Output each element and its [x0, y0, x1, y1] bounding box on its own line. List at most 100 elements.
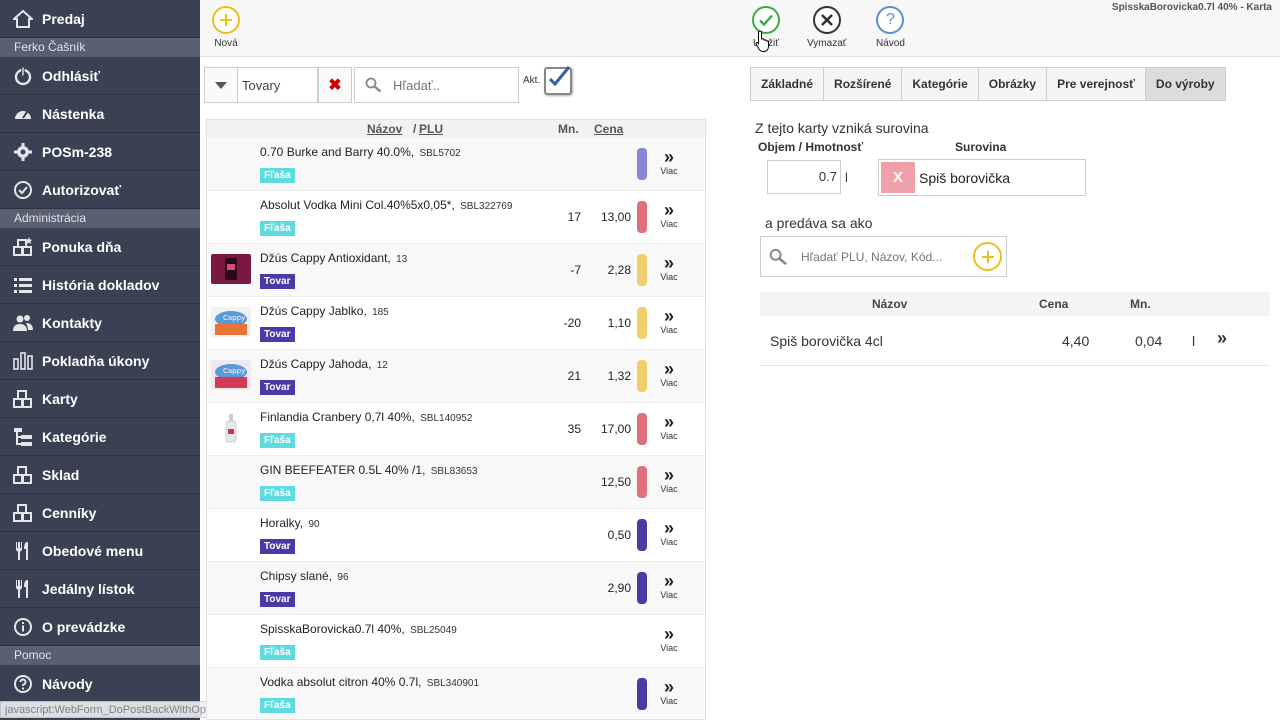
more-button[interactable]: » Viac — [657, 572, 681, 600]
tab-bar: Základné Rozšírené Kategórie Obrázky Pre ver… — [750, 67, 1226, 101]
gear-icon — [12, 141, 34, 163]
list-item[interactable]: GIN BEEFEATER 0.5L 40% /1, SBL83653 Fľaša… — [207, 456, 705, 509]
help-button[interactable]: ? Návod — [876, 6, 905, 49]
more-button[interactable]: » Viac — [657, 201, 681, 229]
cutlery-icon — [12, 540, 34, 562]
sort-price-link[interactable]: Cena — [594, 122, 623, 136]
list-item[interactable]: Absolut Vodka Mini Col.40%5x0,05*, SBL32… — [207, 191, 705, 244]
sidebar-item[interactable]: Karty — [0, 380, 200, 418]
sidebar-item[interactable]: Kontakty — [0, 304, 200, 342]
more-button[interactable]: » Viac — [657, 307, 681, 335]
volume-input[interactable]: 0.7 — [767, 160, 841, 194]
product-price: 2,90 — [607, 581, 631, 595]
sale-search-box[interactable] — [760, 236, 1007, 277]
product-thumbnail — [211, 413, 251, 443]
tab[interactable]: Kategórie — [901, 67, 979, 101]
list-item[interactable]: 0.70 Burke and Barry 40.0%, SBL5702 Fľaša… — [207, 138, 705, 191]
sidebar-item[interactable]: Pokladňa úkony — [0, 342, 200, 380]
product-plu: 90 — [308, 519, 320, 530]
list-item[interactable]: Cappy Džús Cappy Jablko, 185 Tovar -20 1,10 »… — [207, 297, 705, 350]
tab[interactable]: Do výroby — [1144, 67, 1226, 101]
sidebar-item-label: Sklad — [42, 466, 80, 483]
list-item[interactable]: SpisskaBorovicka0.7l 40%, SBL25049 Fľaša »… — [207, 615, 705, 668]
remove-ingredient-button[interactable]: X — [881, 162, 915, 193]
list-item[interactable]: Cappy Džús Cappy Jahoda, 12 Tovar 21 1,32 » Vi… — [207, 350, 705, 403]
power-icon — [12, 65, 34, 87]
sidebar-item[interactable]: História dokladov — [0, 266, 200, 304]
sidebar-item[interactable]: Predaj — [0, 0, 200, 38]
clear-button[interactable]: Vymazať — [807, 6, 847, 49]
list-item[interactable]: Džús Cappy Antioxidant, 13 Tovar -7 2,28 » Vi… — [207, 244, 705, 297]
sidebar-item[interactable]: O prevádzke — [0, 608, 200, 646]
list-item[interactable]: Chipsy slané, 96 Tovar 2,90 » Viac — [207, 562, 705, 615]
list-item[interactable]: Vodka absolut citron 40% 0.7l, SBL340901… — [207, 668, 705, 719]
type-badge: Fľaša — [260, 168, 295, 183]
more-label: Viac — [660, 166, 678, 176]
sale-price-header: Cena — [1039, 297, 1069, 311]
more-button[interactable]: » Viac — [657, 466, 681, 494]
more-button[interactable]: » Viac — [657, 413, 681, 441]
sidebar-item[interactable]: Nástenka — [0, 95, 200, 133]
product-quantity: -20 — [563, 316, 581, 330]
sale-item-unit: l — [1192, 333, 1196, 349]
more-button[interactable]: » Viac — [657, 519, 681, 547]
tab[interactable]: Pre verejnosť — [1046, 67, 1146, 101]
type-dropdown-value[interactable]: Tovary — [238, 67, 318, 103]
new-button[interactable]: Nová — [212, 6, 240, 49]
sidebar-item[interactable]: Ponuka dňa — [0, 228, 200, 266]
tab[interactable]: Obrázky — [977, 67, 1048, 101]
more-button[interactable]: » Viac — [657, 625, 681, 653]
product-thumbnail: Cappy — [211, 307, 251, 337]
product-plu: 185 — [372, 307, 389, 318]
chevron-double-right-icon[interactable]: » — [1217, 328, 1227, 349]
sidebar-item[interactable]: Odhlásiť — [0, 57, 200, 95]
sidebar-item[interactable]: Sklad — [0, 456, 200, 494]
sidebar-item[interactable]: Cenníky — [0, 494, 200, 532]
product-name: Džús Cappy Jablko, 185 — [260, 304, 389, 318]
active-checkbox[interactable] — [544, 66, 572, 95]
product-name: SpisskaBorovicka0.7l 40%, SBL25049 — [260, 622, 457, 636]
sidebar-item-label: História dokladov — [42, 276, 160, 293]
sidebar-item[interactable]: POSm-238 — [0, 133, 200, 171]
check-circle-icon — [12, 179, 34, 201]
sort-name-link[interactable]: Názov — [367, 122, 402, 136]
sidebar-item[interactable]: Kategórie — [0, 418, 200, 456]
tab[interactable]: Rozšírené — [823, 67, 903, 101]
search-input[interactable] — [393, 77, 503, 93]
sale-table-row[interactable]: Spiš borovička 4cl 4,40 0,04 l » — [760, 316, 1270, 366]
tab[interactable]: Základné — [750, 67, 825, 101]
volume-header: Objem / Hmotnosť — [758, 140, 864, 154]
more-button[interactable]: » Viac — [657, 678, 681, 706]
more-button[interactable]: » Viac — [657, 360, 681, 388]
checkmark-icon — [548, 66, 571, 87]
list-item[interactable]: Finlandia Cranbery 0,7l 40%, SBL140952 Fľ… — [207, 403, 705, 456]
sidebar-item[interactable]: Obedové menu — [0, 532, 200, 570]
active-label: Akt. — [523, 75, 541, 86]
product-name: Džús Cappy Jahoda, 12 — [260, 357, 388, 371]
sale-item-price: 4,40 — [1062, 333, 1090, 349]
header-slash: / — [413, 122, 417, 136]
list-item[interactable]: Horalky, 90 Tovar 0,50 » Viac — [207, 509, 705, 562]
more-button[interactable]: » Viac — [657, 254, 681, 282]
add-sale-item-button[interactable] — [973, 242, 1002, 271]
search-box[interactable] — [354, 67, 519, 103]
product-price: 1,10 — [607, 316, 631, 330]
ingredient-name: Spiš borovička — [919, 170, 1011, 186]
boxes-icon — [12, 502, 34, 524]
type-dropdown-toggle[interactable] — [204, 67, 238, 103]
type-badge: Fľaša — [260, 486, 295, 501]
product-price: 13,00 — [600, 210, 631, 224]
sort-plu-link[interactable]: PLU — [419, 122, 443, 136]
sidebar-item[interactable]: Autorizovať — [0, 171, 200, 209]
color-indicator — [637, 360, 647, 392]
more-label: Viac — [660, 590, 678, 600]
sidebar-item[interactable]: Návody — [0, 665, 200, 703]
more-button[interactable]: » Viac — [657, 148, 681, 176]
boxes-star-icon — [12, 236, 34, 258]
clear-filter-button[interactable]: ✖ — [318, 67, 352, 103]
search-icon — [365, 77, 382, 93]
sidebar-item[interactable]: Jedálny lístok — [0, 570, 200, 608]
production-intro: Z tejto karty vzniká surovina — [755, 120, 929, 136]
ingredient-field[interactable]: X Spiš borovička — [878, 159, 1086, 196]
sale-search-input[interactable] — [801, 249, 971, 264]
